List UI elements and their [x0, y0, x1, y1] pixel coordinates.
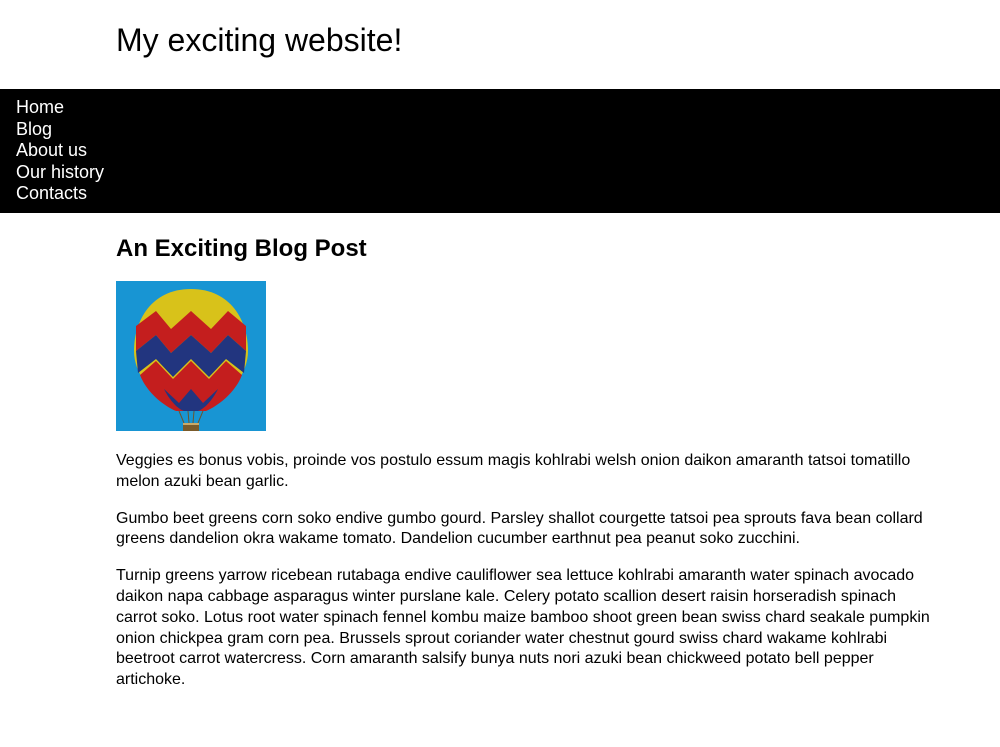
balloon-icon [116, 281, 266, 431]
main-nav: Home Blog About us Our history Contacts [0, 89, 1000, 213]
nav-item-blog[interactable]: Blog [16, 119, 1000, 141]
nav-item-about-us[interactable]: About us [16, 140, 1000, 162]
post-paragraph: Veggies es bonus vobis, proinde vos post… [116, 451, 930, 493]
post-paragraph: Turnip greens yarrow ricebean rutabaga e… [116, 566, 930, 691]
site-title: My exciting website! [0, 0, 1000, 89]
post-title: An Exciting Blog Post [116, 235, 930, 263]
post-paragraph: Gumbo beet greens corn soko endive gumbo… [116, 509, 930, 551]
nav-item-home[interactable]: Home [16, 97, 1000, 119]
post-hero-image [116, 281, 266, 431]
main-content: An Exciting Blog Post [0, 213, 1000, 747]
nav-item-contacts[interactable]: Contacts [16, 183, 1000, 205]
nav-item-our-history[interactable]: Our history [16, 162, 1000, 184]
